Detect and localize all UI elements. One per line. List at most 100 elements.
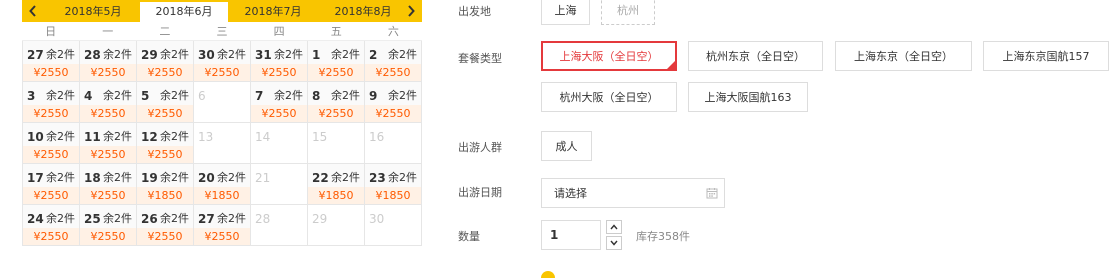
departure-option-hangzhou[interactable]: 杭州 [601, 0, 655, 25]
next-month-button[interactable] [402, 0, 420, 22]
calendar-day-price: ¥2550 [194, 228, 250, 245]
quantity-decrease-button[interactable] [606, 236, 622, 250]
calendar-day-number: 29 [141, 48, 158, 62]
calendar-day-cell[interactable]: 5 余2件 ¥2550 [137, 82, 194, 123]
month-tab-august[interactable]: 2018年8月 [319, 2, 407, 22]
quantity-input[interactable]: 1 [541, 220, 601, 250]
calendar-day-cell[interactable]: 25 余2件 ¥2550 [80, 205, 137, 246]
calendar-day-stock: 余2件 [103, 130, 132, 143]
calendar-day-number: 23 [369, 171, 386, 185]
weekday-label: 四 [273, 25, 285, 38]
calendar-day-price: ¥2550 [23, 105, 79, 122]
calendar-day-cell[interactable]: 17 余2件 ¥2550 [23, 164, 80, 205]
calendar-day-number: 30 [198, 48, 215, 62]
info-dot-icon [541, 271, 555, 278]
calendar-day-cell[interactable]: 3 余2件 ¥2550 [23, 82, 80, 123]
calendar-day-price: ¥2550 [308, 64, 364, 81]
calendar-day-cell[interactable]: 10 余2件 ¥2550 [23, 123, 80, 164]
weekday-label: 二 [159, 25, 171, 38]
quantity-label: 数量 [458, 230, 480, 243]
package-option-hangzhou-osaka-ana[interactable]: 杭州大阪（全日空） [541, 82, 677, 112]
calendar-day-number: 17 [27, 171, 44, 185]
calendar-day-top: 18 余2件 [80, 164, 136, 187]
calendar-day-cell[interactable]: 8 余2件 ¥2550 [308, 82, 365, 123]
calendar-day-stock: 余2件 [274, 48, 303, 61]
calendar-day-cell[interactable]: 12 余2件 ¥2550 [137, 123, 194, 164]
calendar-day-price: ¥1850 [137, 187, 193, 204]
calendar-day-cell[interactable]: 1 余2件 ¥2550 [308, 41, 365, 82]
calendar-day-cell[interactable]: 20 余2件 ¥1850 [194, 164, 251, 205]
package-option-shanghai-tokyo-ana[interactable]: 上海东京（全日空） [835, 41, 972, 71]
calendar-day-stock: 余2件 [217, 48, 246, 61]
calendar-day-top: 4 余2件 [80, 82, 136, 105]
calendar-day-stock: 余2件 [217, 171, 246, 184]
calendar-day-cell[interactable]: 30 余2件 ¥2550 [194, 41, 251, 82]
calendar-grid: 27 余2件 ¥2550 28 余2件 ¥2550 29 余2件 ¥2550 30 余2件 ¥2550… [22, 41, 422, 246]
calendar-day-number: 12 [141, 130, 158, 144]
calendar-day-top: 28 [251, 205, 307, 228]
calendar-day-number: 21 [255, 171, 271, 185]
calendar-day-cell[interactable]: 19 余2件 ¥1850 [137, 164, 194, 205]
calendar-day-stock: 余2件 [388, 89, 417, 102]
calendar-day-number: 27 [198, 212, 215, 226]
calendar-day-cell[interactable]: 9 余2件 ¥2550 [365, 82, 422, 123]
quantity-increase-button[interactable] [606, 220, 622, 234]
calendar-day-cell[interactable]: 4 余2件 ¥2550 [80, 82, 137, 123]
calendar-day-stock: 余2件 [160, 212, 189, 225]
calendar-day-cell[interactable]: 28 余2件 ¥2550 [80, 41, 137, 82]
calendar-day-price: ¥2550 [80, 146, 136, 163]
calendar-day-stock: 余2件 [46, 171, 75, 184]
calendar-day-cell[interactable]: 26 余2件 ¥2550 [137, 205, 194, 246]
calendar-day-price: ¥2550 [365, 105, 421, 122]
calendar-day-number: 22 [312, 171, 329, 185]
calendar-day-cell[interactable]: 24 余2件 ¥2550 [23, 205, 80, 246]
calendar-day-top: 11 余2件 [80, 123, 136, 146]
calendar-day-stock: 余2件 [160, 171, 189, 184]
calendar-day-price: ¥2550 [137, 105, 193, 122]
calendar-day-cell: 29 [308, 205, 365, 246]
prev-month-button[interactable] [24, 0, 42, 22]
calendar-day-top: 19 余2件 [137, 164, 193, 187]
calendar-day-cell[interactable]: 27 余2件 ¥2550 [23, 41, 80, 82]
calendar-day-stock: 余2件 [46, 212, 75, 225]
calendar-day-cell[interactable]: 18 余2件 ¥2550 [80, 164, 137, 205]
calendar-day-stock: 余2件 [331, 171, 360, 184]
calendar-day-stock: 余2件 [160, 130, 189, 143]
calendar-day-cell[interactable]: 27 余2件 ¥2550 [194, 205, 251, 246]
calendar-day-cell[interactable]: 29 余2件 ¥2550 [137, 41, 194, 82]
package-option-shanghai-osaka-ana[interactable]: 上海大阪（全日空） [541, 41, 677, 71]
calendar-day-cell[interactable]: 7 余2件 ¥2550 [251, 82, 308, 123]
calendar-day-cell[interactable]: 22 余2件 ¥1850 [308, 164, 365, 205]
traveler-option-adult[interactable]: 成人 [541, 131, 592, 161]
calendar-day-cell[interactable]: 23 余2件 ¥1850 [365, 164, 422, 205]
travel-date-input[interactable]: 请选择 [541, 178, 725, 208]
package-option-shanghai-osaka-ca163[interactable]: 上海大阪国航163 [688, 82, 808, 112]
calendar-day-top: 5 余2件 [137, 82, 193, 105]
calendar-day-price: ¥2550 [23, 64, 79, 81]
calendar-day-cell[interactable]: 2 余2件 ¥2550 [365, 41, 422, 82]
weekday-label: 三 [216, 25, 228, 38]
departure-option-shanghai[interactable]: 上海 [541, 0, 590, 25]
calendar-day-top: 26 余2件 [137, 205, 193, 228]
calendar-day-number: 26 [141, 212, 158, 226]
month-tab-july[interactable]: 2018年7月 [229, 2, 317, 22]
calendar-day-stock: 余2件 [103, 212, 132, 225]
calendar-day-number: 6 [198, 89, 206, 103]
calendar-day-number: 10 [27, 130, 44, 144]
calendar-day-cell[interactable]: 31 余2件 ¥2550 [251, 41, 308, 82]
calendar-day-top: 14 [251, 123, 307, 146]
package-option-shanghai-tokyo-ca157[interactable]: 上海东京国航157 [983, 41, 1109, 71]
calendar-day-number: 27 [27, 48, 44, 62]
month-tab-june[interactable]: 2018年6月 [140, 2, 228, 22]
calendar-day-top: 27 余2件 [194, 205, 250, 228]
calendar-day-price: ¥2550 [80, 64, 136, 81]
calendar-day-stock: 余2件 [46, 130, 75, 143]
package-option-hangzhou-tokyo-ana[interactable]: 杭州东京（全日空） [688, 41, 823, 71]
calendar-day-price: ¥2550 [251, 105, 307, 122]
calendar-day-price: ¥2550 [80, 228, 136, 245]
calendar-day-cell: 14 [251, 123, 308, 164]
calendar-day-cell[interactable]: 11 余2件 ¥2550 [80, 123, 137, 164]
calendar-day-number: 5 [141, 89, 150, 103]
month-tab-may[interactable]: 2018年5月 [49, 2, 137, 22]
package-type-label: 套餐类型 [458, 52, 502, 65]
